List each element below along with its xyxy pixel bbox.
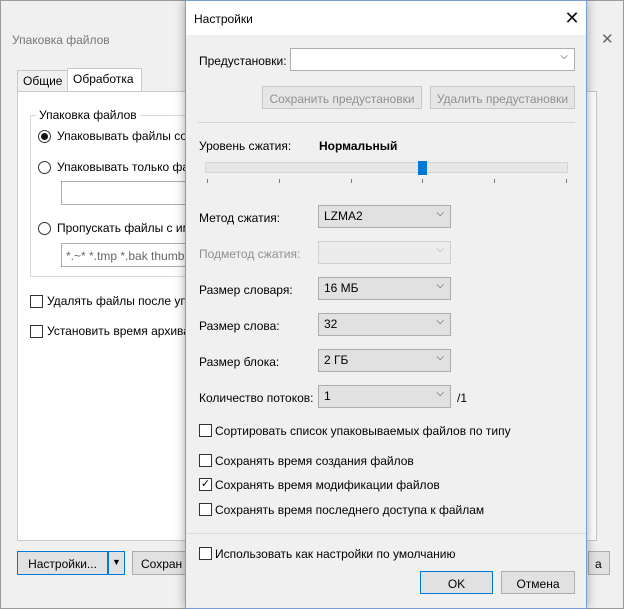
set-archive-time-label: Установить время архива bbox=[47, 324, 190, 338]
use-as-default-checkbox[interactable] bbox=[199, 547, 212, 560]
threads-label: Количество потоков: bbox=[199, 391, 314, 405]
group-title: Упаковка файлов bbox=[36, 108, 140, 122]
use-as-default-label: Использовать как настройки по умолчанию bbox=[215, 547, 456, 561]
radio-pack-files-label: Упаковывать файлы со bbox=[57, 129, 188, 143]
close-icon[interactable]: ✕ bbox=[559, 6, 585, 30]
chevron-down-icon: ⌵ bbox=[560, 51, 568, 62]
include-mask-input[interactable] bbox=[61, 181, 189, 205]
slider-tick bbox=[279, 179, 280, 183]
submethod-label: Подметод сжатия: bbox=[199, 247, 301, 261]
skip-mask-input[interactable]: *.~* *.tmp *.bak thumb bbox=[61, 243, 189, 267]
keep-modification-time-checkbox[interactable]: ✓ bbox=[199, 478, 212, 491]
sort-by-type-checkbox[interactable] bbox=[199, 424, 212, 437]
compression-level-value: Нормальный bbox=[319, 139, 398, 153]
method-value: LZMA2 bbox=[324, 209, 363, 223]
delete-presets-button[interactable]: Удалить предустановки bbox=[430, 86, 575, 109]
presets-label: Предустановки: bbox=[199, 54, 287, 68]
compression-level-track[interactable] bbox=[205, 162, 568, 173]
slider-tick bbox=[494, 179, 495, 183]
delete-after-pack-label: Удалять файлы после упа bbox=[47, 294, 194, 308]
chevron-down-icon: ⌵ bbox=[436, 244, 444, 255]
close-icon[interactable]: ✕ bbox=[601, 30, 614, 48]
threads-select[interactable]: 1 ⌵ bbox=[318, 385, 451, 408]
dictionary-size-label: Размер словаря: bbox=[199, 283, 293, 297]
slider-tick bbox=[422, 179, 423, 183]
tab-processing[interactable]: Обработка bbox=[67, 68, 142, 92]
presets-select[interactable]: ⌵ bbox=[290, 48, 575, 71]
keep-access-time-label: Сохранять время последнего доступа к фай… bbox=[215, 503, 485, 517]
sort-by-type-label: Сортировать список упаковываемых файлов … bbox=[215, 424, 511, 438]
right-button[interactable]: а bbox=[588, 551, 610, 575]
dialog-title: Настройки bbox=[194, 12, 253, 26]
chevron-down-icon: ⌵ bbox=[436, 316, 444, 327]
compression-level-label: Уровень сжатия: bbox=[199, 139, 292, 153]
slider-tick bbox=[351, 179, 352, 183]
radio-pack-files[interactable] bbox=[38, 130, 51, 143]
threads-max: /1 bbox=[457, 391, 468, 405]
settings-dropdown-icon[interactable]: ▼ bbox=[108, 551, 125, 575]
submethod-select[interactable]: ⌵ bbox=[318, 241, 451, 264]
save-presets-button[interactable]: Сохранить предустановки bbox=[262, 86, 422, 109]
tab-general[interactable]: Общие bbox=[17, 70, 68, 92]
word-size-label: Размер слова: bbox=[199, 319, 280, 333]
block-size-value: 2 ГБ bbox=[324, 353, 349, 367]
dialog-footer: Использовать как настройки по умолчанию … bbox=[186, 533, 586, 608]
word-size-value: 32 bbox=[324, 317, 338, 331]
keep-access-time-checkbox[interactable] bbox=[199, 503, 212, 516]
keep-creation-time-checkbox[interactable] bbox=[199, 454, 212, 467]
chevron-down-icon: ⌵ bbox=[436, 388, 444, 399]
method-select[interactable]: LZMA2 ⌵ bbox=[318, 205, 451, 228]
cancel-button[interactable]: Отмена bbox=[501, 571, 575, 594]
chevron-down-icon: ⌵ bbox=[436, 352, 444, 363]
keep-creation-time-label: Сохранять время создания файлов bbox=[215, 454, 414, 468]
set-archive-time-checkbox[interactable] bbox=[30, 325, 43, 338]
block-size-label: Размер блока: bbox=[199, 355, 280, 369]
delete-after-pack-checkbox[interactable] bbox=[30, 295, 43, 308]
divider bbox=[198, 122, 575, 123]
chevron-down-icon: ⌵ bbox=[436, 280, 444, 291]
threads-value: 1 bbox=[324, 389, 331, 403]
dictionary-size-select[interactable]: 16 МБ ⌵ bbox=[318, 277, 451, 300]
keep-modification-time-label: Сохранять время модификации файлов bbox=[215, 478, 440, 492]
dictionary-size-value: 16 МБ bbox=[324, 281, 359, 295]
ok-button[interactable]: OK bbox=[420, 571, 493, 594]
chevron-down-icon: ⌵ bbox=[436, 208, 444, 219]
radio-pack-only[interactable] bbox=[38, 161, 51, 174]
block-size-select[interactable]: 2 ГБ ⌵ bbox=[318, 349, 451, 372]
settings-dialog: Настройки ✕ Предустановки: ⌵ Сохранить п… bbox=[185, 0, 587, 609]
slider-tick bbox=[566, 179, 567, 183]
compression-level-slider[interactable] bbox=[418, 161, 427, 175]
radio-pack-only-label: Упаковывать только фа bbox=[57, 160, 190, 174]
slider-tick bbox=[207, 179, 208, 183]
settings-button[interactable]: Настройки... bbox=[17, 551, 108, 575]
radio-skip-files-label: Пропускать файлы с им bbox=[57, 221, 191, 235]
method-label: Метод сжатия: bbox=[199, 211, 281, 225]
word-size-select[interactable]: 32 ⌵ bbox=[318, 313, 451, 336]
window-title: Упаковка файлов bbox=[12, 33, 110, 47]
dialog-titlebar: Настройки ✕ bbox=[186, 1, 586, 35]
save-button[interactable]: Сохран bbox=[132, 551, 192, 575]
radio-skip-files[interactable] bbox=[38, 222, 51, 235]
